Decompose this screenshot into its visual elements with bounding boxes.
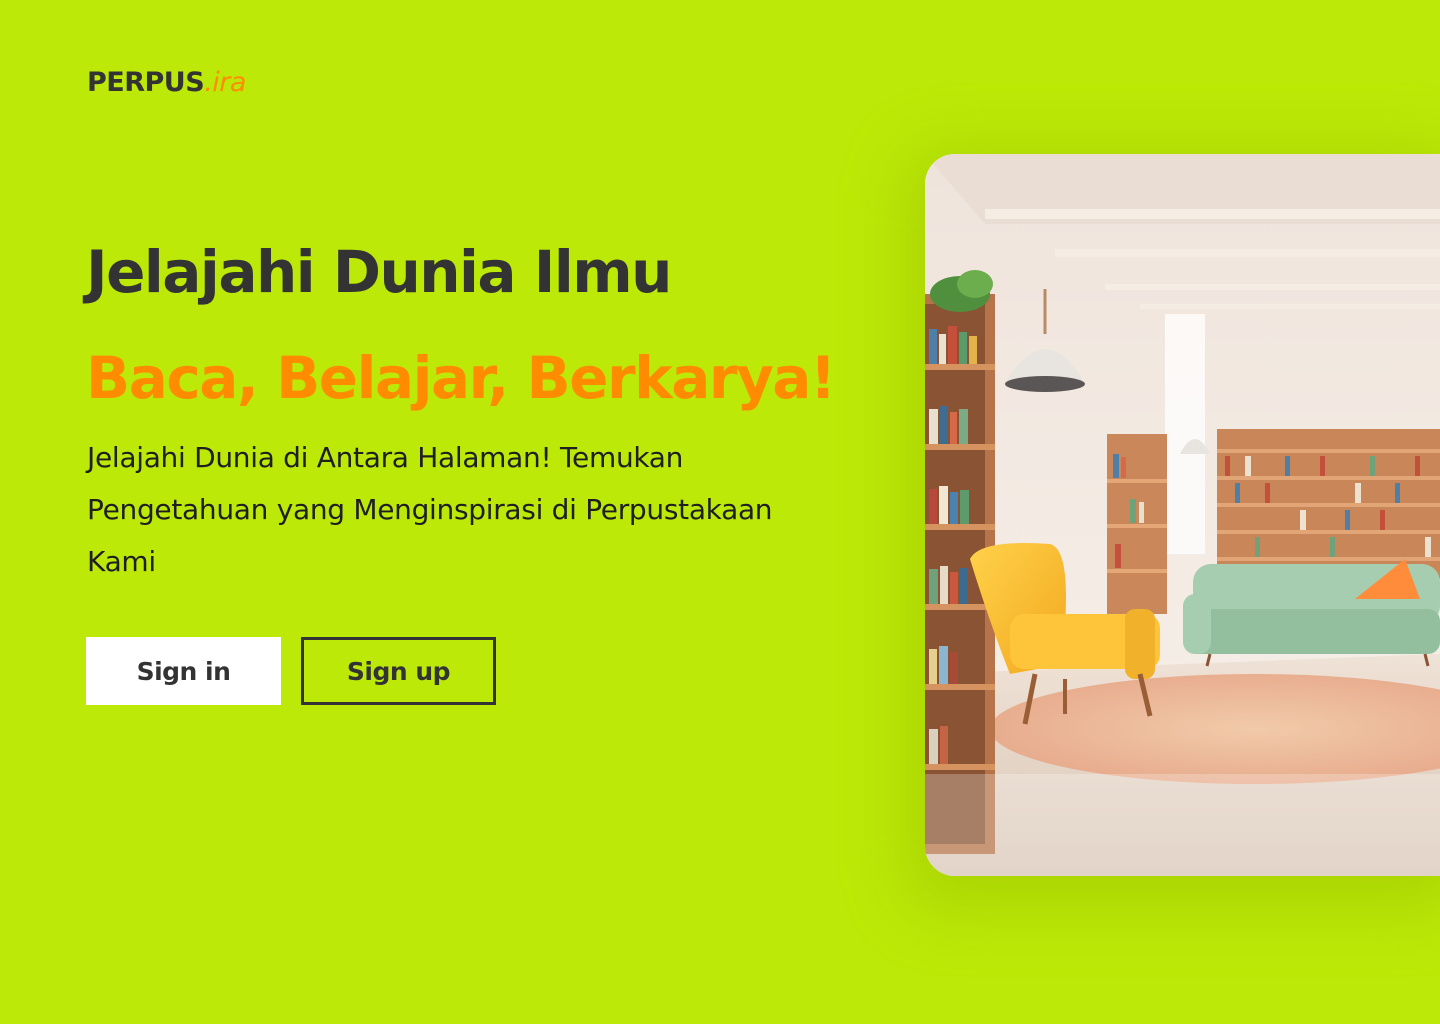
- hero-description: Jelajahi Dunia di Antara Halaman! Temuka…: [87, 441, 773, 578]
- library-interior-illustration-icon: [925, 154, 1440, 876]
- brand-name-accent: .ira: [204, 67, 246, 98]
- hero-tagline: Baca, Belajar, Berkarya!: [86, 344, 836, 412]
- brand-name-main: PERPUS: [87, 67, 205, 98]
- hero-image: [925, 154, 1440, 876]
- signup-button[interactable]: Sign up: [301, 637, 496, 705]
- signin-button[interactable]: Sign in: [86, 637, 281, 705]
- brand-logo[interactable]: PERPUS.ira: [87, 66, 246, 100]
- hero-title: Jelajahi Dunia Ilmu: [86, 238, 672, 306]
